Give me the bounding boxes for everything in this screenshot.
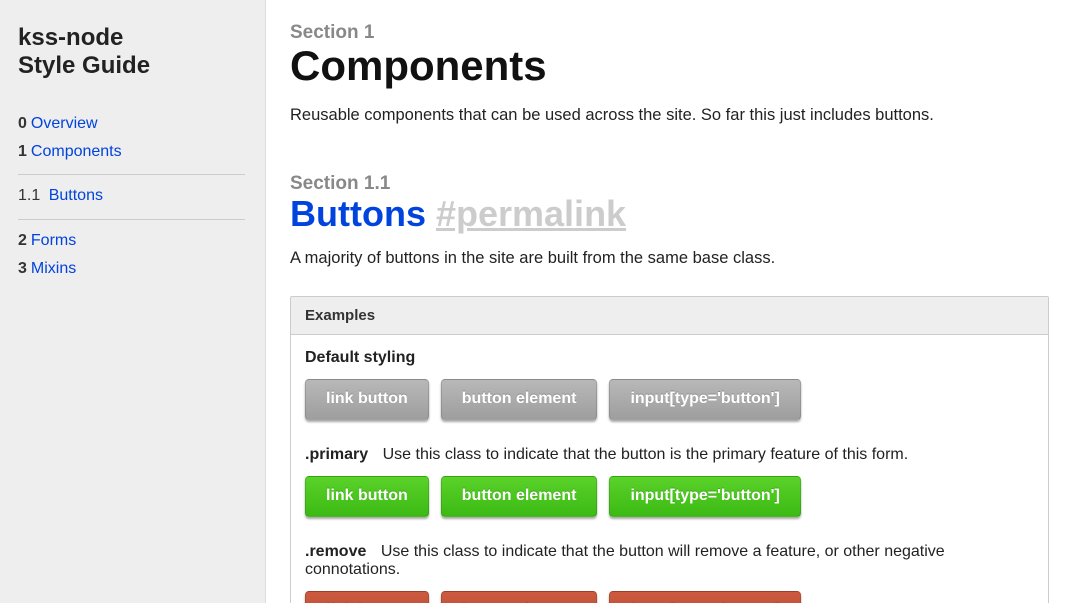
- variant-classname: .primary: [305, 446, 368, 463]
- nav-link[interactable]: Components: [31, 143, 122, 160]
- nav-separator: [18, 174, 245, 175]
- nav-separator: [18, 219, 245, 220]
- input-button[interactable]: input[type='button']: [609, 591, 800, 603]
- sidebar-item-overview[interactable]: 0Overview: [18, 111, 245, 137]
- variant-text: Use this class to indicate that the butt…: [383, 446, 909, 463]
- section-title: Components: [290, 42, 1049, 90]
- nav-num: 1: [18, 143, 27, 160]
- examples-box: Examples Default styling link button but…: [290, 296, 1049, 603]
- button-row-default: link button button element input[type='b…: [305, 379, 1034, 420]
- section-description: Reusable components that can be used acr…: [290, 106, 1049, 125]
- sidebar-item-mixins[interactable]: 3Mixins: [18, 256, 245, 282]
- button-row-primary: link button button element input[type='b…: [305, 476, 1034, 517]
- link-button[interactable]: link button: [305, 379, 429, 420]
- nav-num: 1.1: [18, 187, 40, 204]
- site-title-line1: kss-node: [18, 24, 123, 51]
- permalink[interactable]: #permalink: [436, 193, 626, 234]
- nav-link[interactable]: Buttons: [49, 187, 103, 204]
- nav-num: 0: [18, 115, 27, 132]
- button-element[interactable]: button element: [441, 379, 598, 420]
- variant-label-remove: .remove Use this class to indicate that …: [305, 543, 1034, 579]
- variant-name: Default styling: [305, 349, 415, 366]
- examples-body: Default styling link button button eleme…: [291, 335, 1048, 603]
- button-element[interactable]: button element: [441, 591, 598, 603]
- variant-classname: .remove: [305, 543, 366, 560]
- subsection-label: Section 1.1: [290, 173, 1049, 195]
- sidebar-item-components[interactable]: 1Components: [18, 139, 245, 165]
- variant-label-primary: .primary Use this class to indicate that…: [305, 446, 1034, 464]
- sidebar-item-forms[interactable]: 2Forms: [18, 228, 245, 254]
- nav-num: 2: [18, 232, 27, 249]
- nav-link[interactable]: Overview: [31, 115, 98, 132]
- variant-text: Use this class to indicate that the butt…: [305, 543, 945, 578]
- nav-link[interactable]: Mixins: [31, 260, 76, 277]
- sidebar: kss-node Style Guide 0Overview 1Componen…: [0, 0, 266, 603]
- examples-header: Examples: [291, 297, 1048, 335]
- nav-num: 3: [18, 260, 27, 277]
- site-title: kss-node Style Guide: [18, 24, 245, 79]
- subsection-description: A majority of buttons in the site are bu…: [290, 249, 1049, 268]
- subsection-name: Buttons: [290, 193, 426, 234]
- button-element[interactable]: button element: [441, 476, 598, 517]
- input-button[interactable]: input[type='button']: [609, 379, 800, 420]
- link-button[interactable]: link button: [305, 476, 429, 517]
- main-content: Section 1 Components Reusable components…: [266, 0, 1077, 603]
- variant-label-default: Default styling: [305, 349, 1034, 367]
- sidebar-item-buttons[interactable]: 1.1 Buttons: [18, 183, 245, 209]
- subsection-title: Buttons #permalink: [290, 193, 1049, 235]
- input-button[interactable]: input[type='button']: [609, 476, 800, 517]
- site-title-line2: Style Guide: [18, 52, 150, 79]
- section-label: Section 1: [290, 22, 1049, 44]
- link-button[interactable]: link button: [305, 591, 429, 603]
- button-row-remove: link button button element input[type='b…: [305, 591, 1034, 603]
- nav-link[interactable]: Forms: [31, 232, 76, 249]
